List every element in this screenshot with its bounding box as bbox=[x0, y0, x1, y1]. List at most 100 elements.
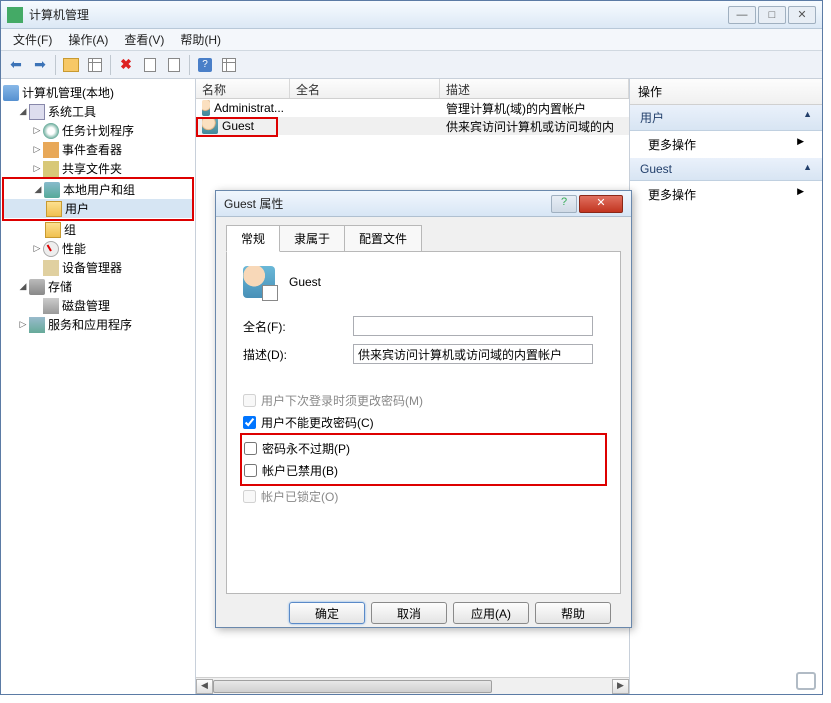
arrow-left-icon: ⬅ bbox=[10, 56, 22, 73]
expand-icon[interactable]: ▷ bbox=[31, 243, 43, 254]
apply-button[interactable]: 应用(A) bbox=[453, 602, 529, 624]
forward-button[interactable]: ➡ bbox=[29, 54, 51, 76]
tab-general[interactable]: 常规 bbox=[226, 225, 280, 252]
chk-neverexpire-label: 密码永不过期(P) bbox=[262, 440, 350, 457]
minimize-button[interactable]: — bbox=[728, 6, 756, 24]
chk-neverexpire[interactable] bbox=[244, 442, 257, 455]
expand-icon[interactable]: ▷ bbox=[17, 319, 29, 330]
menu-help[interactable]: 帮助(H) bbox=[172, 28, 229, 51]
tree-label: 设备管理器 bbox=[62, 259, 122, 276]
tree-users[interactable]: 用户 bbox=[4, 199, 192, 218]
chk-disabled-row: 帐户已禁用(B) bbox=[244, 461, 603, 480]
tree-disk-mgmt[interactable]: 磁盘管理 bbox=[3, 296, 193, 315]
tree-root[interactable]: 计算机管理(本地) bbox=[3, 83, 193, 102]
arrow-right-icon: ➡ bbox=[34, 56, 46, 73]
list-row[interactable]: Guest 供来宾访问计算机或访问域的内 bbox=[196, 117, 629, 135]
tree-event-viewer[interactable]: ▷ 事件查看器 bbox=[3, 140, 193, 159]
menu-file[interactable]: 文件(F) bbox=[5, 28, 60, 51]
up-button[interactable] bbox=[60, 54, 82, 76]
chk-neverexpire-row: 密码永不过期(P) bbox=[244, 439, 603, 458]
collapse-icon[interactable]: ◢ bbox=[17, 106, 29, 117]
tree-label: 存储 bbox=[48, 278, 72, 295]
doc-button-1[interactable] bbox=[139, 54, 161, 76]
scroll-left-button[interactable]: ◀ bbox=[196, 679, 213, 694]
dialog-close-button[interactable]: ✕ bbox=[579, 195, 623, 213]
expand-icon[interactable]: ▷ bbox=[31, 125, 43, 136]
properties-button[interactable] bbox=[84, 54, 106, 76]
menu-action[interactable]: 操作(A) bbox=[60, 28, 116, 51]
toolbar-separator bbox=[189, 55, 190, 75]
actions-section-guest[interactable]: Guest ▲ bbox=[630, 158, 822, 181]
expand-icon[interactable]: ▷ bbox=[31, 144, 43, 155]
tree-groups[interactable]: 组 bbox=[3, 220, 193, 239]
col-name[interactable]: 名称 bbox=[196, 79, 290, 98]
desc-input[interactable] bbox=[353, 344, 593, 364]
tree-task-scheduler[interactable]: ▷ 任务计划程序 bbox=[3, 121, 193, 140]
users-group-icon bbox=[44, 182, 60, 198]
submenu-icon: ▶ bbox=[797, 186, 804, 203]
action-label: 更多操作 bbox=[648, 186, 696, 203]
action-more-ops-2[interactable]: 更多操作 ▶ bbox=[630, 181, 822, 208]
chk-disabled-label: 帐户已禁用(B) bbox=[262, 462, 338, 479]
folder-icon bbox=[45, 222, 61, 238]
tree-local-users-groups[interactable]: ◢ 本地用户和组 bbox=[4, 180, 192, 199]
chk-cannotchange-label: 用户不能更改密码(C) bbox=[261, 414, 374, 431]
fullname-label: 全名(F): bbox=[243, 318, 353, 335]
view-button[interactable] bbox=[218, 54, 240, 76]
tree-panel: 计算机管理(本地) ◢ 系统工具 ▷ 任务计划程序 ▷ 事件查看器 ▷ 共享文件… bbox=[1, 79, 196, 694]
expand-icon[interactable]: ▷ bbox=[31, 163, 43, 174]
doc-button-2[interactable] bbox=[163, 54, 185, 76]
back-button[interactable]: ⬅ bbox=[5, 54, 27, 76]
services-icon bbox=[29, 317, 45, 333]
collapse-icon: ▲ bbox=[803, 109, 812, 126]
ok-button[interactable]: 确定 bbox=[289, 602, 365, 624]
tree-shared-folders[interactable]: ▷ 共享文件夹 bbox=[3, 159, 193, 178]
tree-label: 服务和应用程序 bbox=[48, 316, 132, 333]
properties-icon bbox=[88, 58, 102, 72]
tree-performance[interactable]: ▷ 性能 bbox=[3, 239, 193, 258]
close-button[interactable]: ✕ bbox=[788, 6, 816, 24]
storage-icon bbox=[29, 279, 45, 295]
list-row[interactable]: Administrat... 管理计算机(域)的内置帐户 bbox=[196, 99, 629, 117]
collapse-icon[interactable]: ◢ bbox=[17, 281, 29, 292]
actions-section-users[interactable]: 用户 ▲ bbox=[630, 105, 822, 131]
chk-disabled[interactable] bbox=[244, 464, 257, 477]
event-icon bbox=[43, 142, 59, 158]
tree-device-manager[interactable]: 设备管理器 bbox=[3, 258, 193, 277]
action-more-ops-1[interactable]: 更多操作 ▶ bbox=[630, 131, 822, 158]
tree-label: 系统工具 bbox=[48, 103, 96, 120]
maximize-button[interactable]: □ bbox=[758, 6, 786, 24]
menu-view[interactable]: 查看(V) bbox=[116, 28, 172, 51]
dialog-body: 常规 隶属于 配置文件 Guest 全名(F): 描述(D): bbox=[216, 217, 631, 632]
folder-up-icon bbox=[63, 58, 79, 72]
help-icon: ? bbox=[198, 58, 212, 72]
fullname-input[interactable] bbox=[353, 316, 593, 336]
actions-header: 操作 bbox=[630, 79, 822, 105]
scroll-track[interactable] bbox=[213, 679, 612, 694]
dialog-help-button[interactable]: ? bbox=[551, 195, 577, 213]
collapse-icon[interactable]: ◢ bbox=[32, 184, 44, 195]
tab-profile[interactable]: 配置文件 bbox=[344, 225, 422, 251]
toolbar: ⬅ ➡ ✖ ? bbox=[1, 51, 822, 79]
col-desc[interactable]: 描述 bbox=[440, 79, 629, 98]
horizontal-scrollbar[interactable]: ◀ ▶ bbox=[196, 677, 629, 694]
chk-mustchange-label: 用户下次登录时须更改密码(M) bbox=[261, 392, 423, 409]
window-title: 计算机管理 bbox=[29, 6, 728, 23]
cancel-button[interactable]: 取消 bbox=[371, 602, 447, 624]
scroll-right-button[interactable]: ▶ bbox=[612, 679, 629, 694]
desc-row: 描述(D): bbox=[243, 344, 604, 364]
chk-locked bbox=[243, 490, 256, 503]
cell-desc: 供来宾访问计算机或访问域的内 bbox=[446, 118, 614, 135]
chk-locked-row: 帐户已锁定(O) bbox=[243, 487, 604, 506]
tree-storage[interactable]: ◢ 存储 bbox=[3, 277, 193, 296]
tree-system-tools[interactable]: ◢ 系统工具 bbox=[3, 102, 193, 121]
tab-memberof[interactable]: 隶属于 bbox=[279, 225, 345, 251]
help-button[interactable]: 帮助 bbox=[535, 602, 611, 624]
help-button[interactable]: ? bbox=[194, 54, 216, 76]
cell-name: Administrat... bbox=[214, 101, 284, 115]
tree-services-apps[interactable]: ▷ 服务和应用程序 bbox=[3, 315, 193, 334]
delete-button[interactable]: ✖ bbox=[115, 54, 137, 76]
col-fullname[interactable]: 全名 bbox=[290, 79, 440, 98]
delete-icon: ✖ bbox=[120, 56, 132, 73]
chk-cannotchange[interactable] bbox=[243, 416, 256, 429]
